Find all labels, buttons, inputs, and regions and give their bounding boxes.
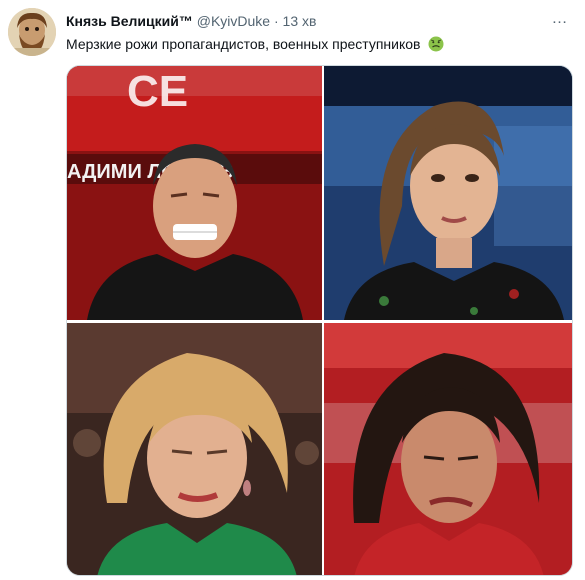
nauseated-face-icon: [428, 36, 444, 52]
user-handle[interactable]: @KyivDuke: [197, 13, 270, 29]
tweet-text: Мерзкие рожи пропагандистов, военных пре…: [66, 35, 444, 53]
photo-1[interactable]: СЕ АДИМИ ЛОВЬЕВ: [67, 66, 322, 320]
display-name[interactable]: Князь Велицкий™: [66, 13, 193, 29]
more-options-icon[interactable]: …: [549, 10, 571, 28]
photo-2[interactable]: [324, 66, 572, 320]
timestamp[interactable]: 13 хв: [283, 13, 317, 29]
photo-3[interactable]: [67, 323, 322, 575]
tweet-text-content: Мерзкие рожи пропагандистов, военных пре…: [66, 36, 421, 52]
media-grid: СЕ АДИМИ ЛОВЬЕВ: [66, 65, 573, 576]
tweet[interactable]: Князь Велицкий™ @KyivDuke · 13 хв … Мерз…: [0, 0, 585, 580]
banner-top-text: СЕ: [127, 67, 188, 116]
tweet-header: Князь Велицкий™ @KyivDuke · 13 хв: [66, 12, 316, 30]
avatar[interactable]: [8, 8, 56, 56]
photo-4[interactable]: [324, 323, 572, 575]
separator-dot: ·: [273, 13, 279, 29]
